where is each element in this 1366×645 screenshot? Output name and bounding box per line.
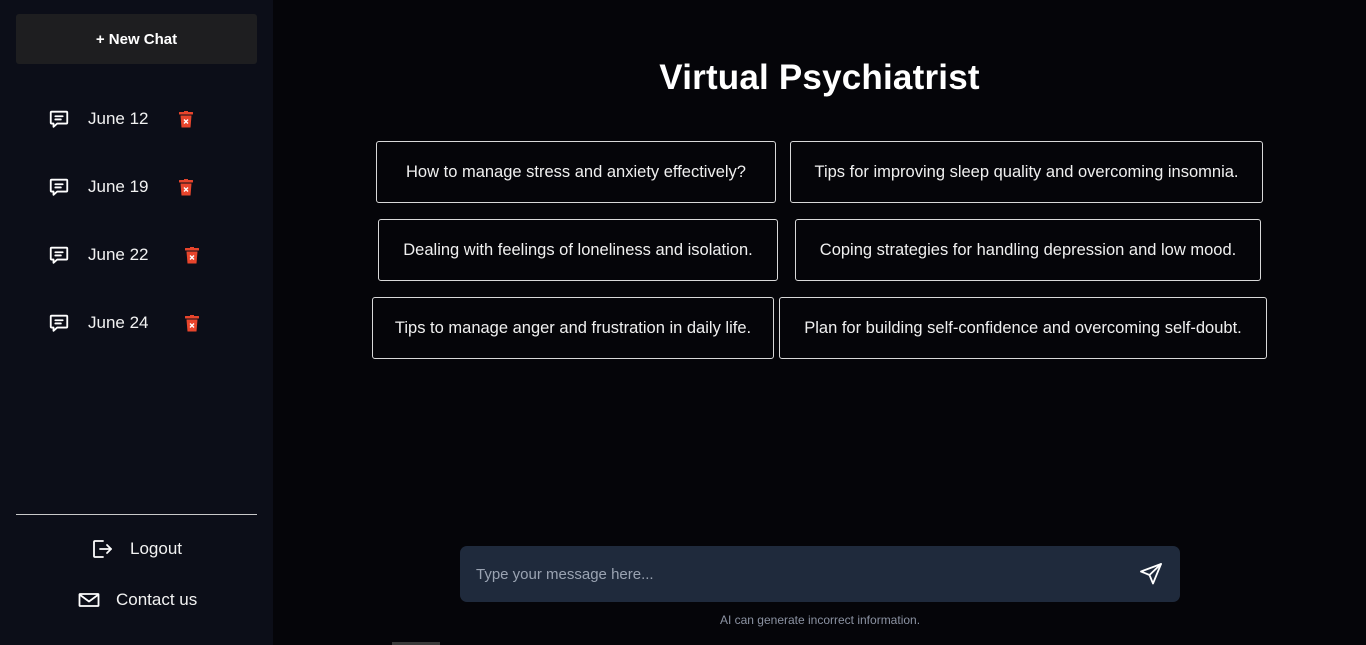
sidebar-divider [16, 514, 257, 515]
contact-us-label: Contact us [116, 590, 198, 609]
trash-icon[interactable] [178, 110, 194, 128]
message-square-icon [48, 108, 70, 130]
new-chat-button[interactable]: + New Chat [16, 14, 257, 64]
message-square-icon [48, 312, 70, 334]
message-composer [460, 546, 1180, 602]
message-square-icon [48, 176, 70, 198]
disclaimer-text: AI can generate incorrect information. [719, 613, 921, 627]
suggestion-card[interactable]: Coping strategies for handling depressio… [795, 219, 1261, 281]
suggestion-card[interactable]: How to manage stress and anxiety effecti… [376, 141, 776, 203]
logout-label: Logout [130, 539, 182, 558]
suggestion-card[interactable]: Tips to manage anger and frustration in … [372, 297, 774, 359]
chat-history-label: June 19 [88, 177, 149, 196]
trash-icon[interactable] [178, 178, 194, 196]
suggestion-card[interactable]: Tips for improving sleep quality and ove… [790, 141, 1263, 203]
chat-history-item[interactable]: June 19 [48, 172, 194, 202]
suggestion-card[interactable]: Plan for building self-confidence and ov… [779, 297, 1267, 359]
contact-us-link[interactable]: Contact us [78, 590, 197, 610]
page-title: Virtual Psychiatrist [659, 58, 980, 97]
message-square-icon [48, 244, 70, 266]
chat-history-item[interactable]: June 22 [48, 240, 200, 270]
chat-history-item[interactable]: June 12 [48, 104, 194, 134]
chat-history-item[interactable]: June 24 [48, 308, 200, 338]
send-icon[interactable] [1138, 561, 1164, 587]
chat-history-label: June 22 [88, 245, 149, 264]
trash-icon[interactable] [184, 314, 200, 332]
logout-link[interactable]: Logout [90, 537, 182, 561]
message-input[interactable] [460, 546, 1120, 602]
suggestion-card[interactable]: Dealing with feelings of loneliness and … [378, 219, 778, 281]
sidebar: + New Chat June 12 June 19 June 22 June [0, 0, 273, 645]
chat-history-label: June 24 [88, 313, 149, 332]
logout-icon [90, 537, 114, 561]
trash-icon[interactable] [184, 246, 200, 264]
mail-icon [78, 592, 100, 608]
chat-history-label: June 12 [88, 109, 149, 128]
